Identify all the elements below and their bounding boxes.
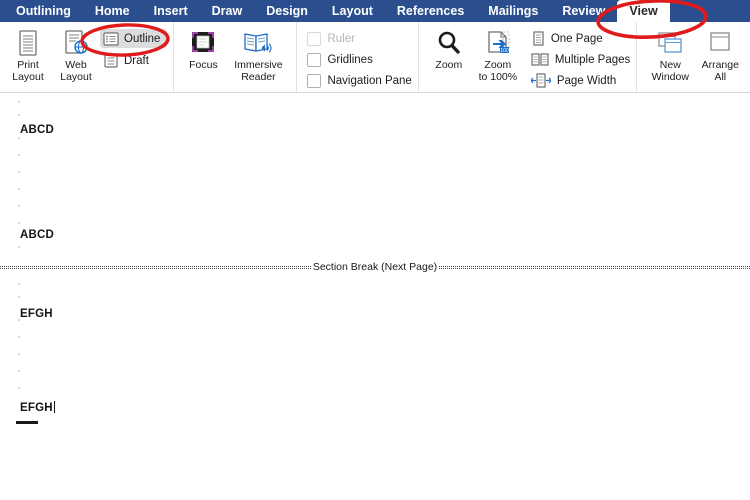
zoom-option-column: One Page Multiple Pages Page Width [525,26,630,89]
multiple-pages-button[interactable]: Multiple Pages [531,51,630,68]
new-window-button[interactable]: New Window [645,26,695,83]
print-layout-icon [16,28,40,58]
tab-home[interactable]: Home [83,0,142,22]
navigation-pane-label: Navigation Pane [327,74,412,87]
ribbon-group-window: New Window Arrange All [636,22,750,92]
svg-text:100: 100 [500,48,509,54]
web-layout-icon [63,28,89,58]
draft-button[interactable]: Draft [100,51,167,70]
section-break-line-left [0,265,311,269]
outline-button[interactable]: Outline [100,29,168,48]
page-width-label: Page Width [556,74,617,87]
one-page-icon [533,31,544,46]
tab-mailings[interactable]: Mailings [476,0,550,22]
new-window-icon [655,28,685,58]
zoom-100-label: Zoom to 100% [478,59,518,83]
paragraph-abcd-2[interactable]: ABCD [20,229,54,241]
outline-mark [18,353,20,355]
zoom-button[interactable]: Zoom [427,26,471,72]
ribbon-group-zoom: Zoom 100 Zoom to 100% One Page Multiple … [417,22,636,92]
section-break-line-right [439,265,750,269]
view-toggle-column: Outline Draft [100,26,168,70]
outline-mark [18,154,20,156]
ruler-label: Ruler [327,32,355,45]
gridlines-checkbox-box [307,52,322,67]
one-page-label: One Page [550,32,603,45]
draft-icon [104,53,118,68]
ribbon: Print Layout Web Layout Outline Draft Fo… [0,22,750,93]
focus-label: Focus [189,59,218,71]
outline-mark [18,246,20,248]
immersive-reader-icon [242,28,274,58]
outline-mark [18,188,20,190]
draft-label: Draft [124,54,149,67]
text-cursor [53,401,56,413]
outline-mark [18,171,20,173]
web-layout-button[interactable]: Web Layout [52,26,100,83]
print-layout-label: Print Layout [12,59,44,83]
multiple-pages-icon [531,53,549,66]
end-of-document-mark [16,421,38,424]
magnifier-icon [435,28,463,58]
immersive-reader-button[interactable]: Immersive Reader [226,26,290,83]
ribbon-group-show: Ruler Gridlines Navigation Pane [296,22,417,92]
focus-button[interactable]: Focus [180,26,226,72]
ruler-checkbox-box [307,31,322,46]
new-window-label: New Window [651,59,689,83]
tab-design[interactable]: Design [254,0,320,22]
zoom-label: Zoom [435,59,463,71]
paragraph-efgh-1[interactable]: EFGH [20,308,53,320]
page-width-button[interactable]: Page Width [530,72,630,89]
multiple-pages-label: Multiple Pages [554,53,631,66]
one-page-button[interactable]: One Page [531,30,630,47]
outline-mark [18,114,20,116]
outline-mark [18,205,20,207]
outline-mark [18,370,20,372]
tab-layout[interactable]: Layout [320,0,385,22]
gridlines-label: Gridlines [327,53,373,66]
paragraph-abcd-1[interactable]: ABCD [20,124,54,136]
zoom-100-icon: 100 [483,28,513,58]
focus-icon [189,28,217,58]
zoom-100-button[interactable]: 100 Zoom to 100% [471,26,525,83]
tab-review[interactable]: Review [550,0,617,22]
arrange-all-button[interactable]: Arrange All [695,26,745,83]
tab-insert[interactable]: Insert [142,0,200,22]
outline-mark [18,336,20,338]
outline-mark [18,137,20,139]
gridlines-checkbox[interactable]: Gridlines [307,51,411,68]
navigation-pane-checkbox-box [307,73,322,88]
tab-references[interactable]: References [385,0,476,22]
outline-mark [18,283,20,285]
ruler-checkbox[interactable]: Ruler [307,30,411,47]
tab-outlining[interactable]: Outlining [4,0,83,22]
page-width-icon [530,73,551,88]
show-checkbox-column: Ruler Gridlines Navigation Pane [307,26,412,89]
outline-label: Outline [124,32,161,45]
section-break-label: Section Break (Next Page) [312,261,438,273]
outline-mark [18,296,20,298]
tab-view[interactable]: View [617,0,670,22]
section-break: Section Break (Next Page) [0,261,750,273]
outline-mark [18,387,20,389]
paragraph-efgh-2-text: EFGH [20,402,53,414]
print-layout-button[interactable]: Print Layout [4,26,52,83]
navigation-pane-checkbox[interactable]: Navigation Pane [307,72,412,89]
split-button[interactable]: Split [745,26,750,72]
document-canvas[interactable]: ABCD ABCD Section Break (Next Page) EFGH… [0,93,750,500]
web-layout-label: Web Layout [60,59,92,83]
word-window: Outlining Home Insert Draw Design Layout… [0,0,750,500]
ribbon-group-views: Print Layout Web Layout Outline Draft [0,22,173,92]
immersive-reader-label: Immersive Reader [234,59,283,83]
paragraph-efgh-2[interactable]: EFGH [20,401,56,414]
tab-draw[interactable]: Draw [200,0,255,22]
outline-mark [18,101,20,103]
ribbon-group-immersive: Focus Immersive Reader [173,22,296,92]
ribbon-tab-strip: Outlining Home Insert Draw Design Layout… [0,0,750,22]
outline-mark [18,222,20,224]
arrange-all-icon [706,28,734,58]
outline-icon [103,31,119,46]
arrange-all-label: Arrange All [701,59,739,83]
